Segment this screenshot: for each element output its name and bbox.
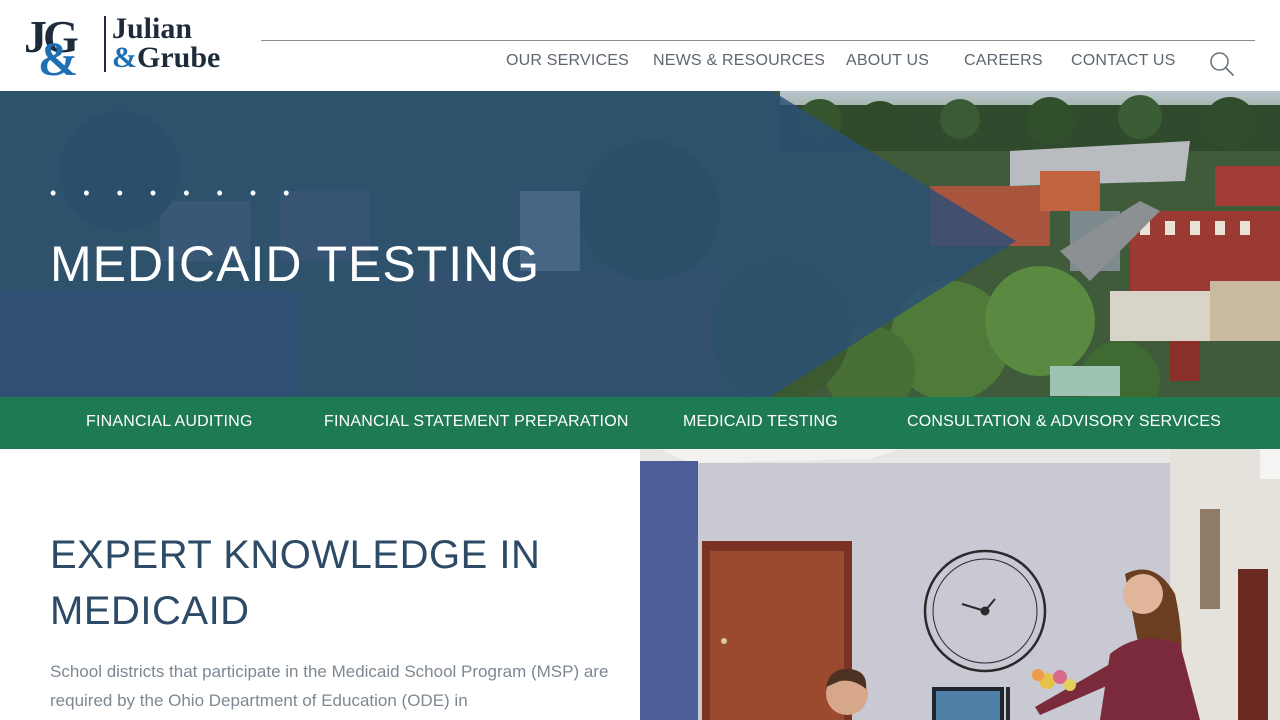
service-link-consultation-advisory[interactable]: CONSULTATION & ADVISORY SERVICES	[907, 413, 1221, 431]
header-rule	[261, 40, 1255, 41]
logo-divider	[104, 16, 106, 72]
site-logo[interactable]: JG & Julian &Grube	[24, 11, 244, 86]
search-icon[interactable]	[1209, 51, 1235, 77]
logo-wordmark: Julian &Grube	[112, 12, 221, 74]
nav-item-careers[interactable]: CAREERS	[964, 52, 1043, 70]
nav-item-news-resources[interactable]: NEWS & RESOURCES	[653, 52, 825, 70]
site-header: JG & Julian &Grube OUR SERVICES NEWS & R…	[0, 0, 1280, 91]
office-scene-illustration	[640, 449, 1280, 720]
service-link-financial-statement-preparation[interactable]: FINANCIAL STATEMENT PREPARATION	[324, 413, 629, 431]
logo-name-line1: Julian	[112, 12, 193, 45]
page-title: MEDICAID TESTING	[50, 236, 541, 292]
services-subnav: FINANCIAL AUDITING FINANCIAL STATEMENT P…	[0, 397, 1280, 449]
nav-item-contact-us[interactable]: CONTACT US	[1071, 52, 1176, 70]
logo-name-line2: Grube	[137, 41, 221, 74]
logo-monogram: JG &	[24, 11, 100, 86]
nav-item-our-services[interactable]: OUR SERVICES	[506, 52, 629, 70]
hero-dots-decoration: • • • • • • • •	[50, 183, 301, 203]
section-body-text: School districts that participate in the…	[50, 662, 609, 710]
logo-name-ampersand: &	[112, 41, 137, 74]
hero-banner: • • • • • • • • MEDICAID TESTING	[0, 91, 1280, 397]
service-link-medicaid-testing[interactable]: MEDICAID TESTING	[683, 413, 838, 431]
office-reception-photo	[640, 449, 1280, 720]
service-link-financial-auditing[interactable]: FINANCIAL AUDITING	[86, 413, 253, 431]
nav-item-about-us[interactable]: ABOUT US	[846, 52, 929, 70]
intro-section: EXPERT KNOWLEDGE IN MEDICAID School dist…	[0, 449, 640, 720]
logo-monogram-ampersand: &	[38, 33, 78, 86]
section-heading: EXPERT KNOWLEDGE IN MEDICAID	[50, 533, 541, 633]
